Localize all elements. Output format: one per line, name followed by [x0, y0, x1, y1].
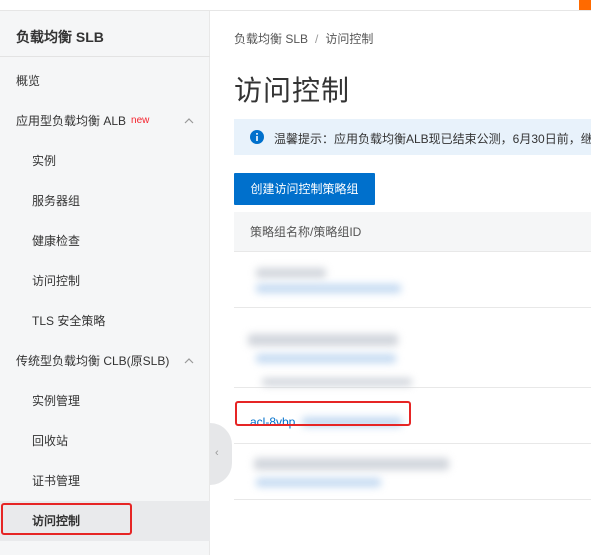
- notice-banner: 温馨提示：应用负载均衡ALB现已结束公测，6月30日前，继: [234, 119, 591, 155]
- sidebar-item-overview[interactable]: 概览: [0, 61, 210, 101]
- sidebar-item-label: 回收站: [32, 434, 69, 448]
- sidebar-group-clb[interactable]: 传统型负载均衡 CLB(原SLB): [0, 341, 210, 381]
- sidebar-item-server-groups[interactable]: 服务器组: [0, 181, 210, 221]
- breadcrumb: 负载均衡 SLB / 访问控制: [234, 30, 373, 47]
- console-top-bar: [0, 0, 591, 11]
- breadcrumb-current: 访问控制: [325, 32, 374, 46]
- sidebar-item-label: 实例管理: [32, 394, 81, 408]
- sidebar-item-instance-management[interactable]: 实例管理: [0, 381, 210, 421]
- sidebar-divider: [0, 56, 210, 57]
- redacted-name: [256, 268, 326, 278]
- redacted-name: [248, 334, 398, 346]
- sidebar-item-label: 证书管理: [32, 474, 81, 488]
- sidebar-item-label: 访问控制: [32, 274, 81, 288]
- table-row: [234, 308, 591, 388]
- breadcrumb-root[interactable]: 负载均衡 SLB: [234, 32, 308, 46]
- sidebar-item-alb-instances[interactable]: 实例: [0, 141, 210, 181]
- sidebar-item-health-check[interactable]: 健康检查: [0, 221, 210, 261]
- sidebar-item-recycle-bin[interactable]: 回收站: [0, 421, 210, 461]
- redacted-id: [256, 478, 381, 487]
- redacted-id: [256, 354, 396, 363]
- redacted-id: [256, 284, 401, 293]
- sidebar-item-label: 实例: [32, 154, 57, 168]
- sidebar: 负载均衡 SLB 概览 应用型负载均衡 ALB new 实例 服务器组 健康检查 …: [0, 11, 210, 555]
- sidebar-item-label: 应用型负载均衡 ALB: [16, 114, 127, 128]
- highlight-annotation: [1, 503, 132, 535]
- redacted-name: [262, 378, 412, 386]
- table-row: [234, 444, 591, 500]
- column-header-name-id: 策略组名称/策略组ID: [250, 225, 362, 239]
- new-badge: new: [131, 115, 150, 126]
- chevron-up-icon[interactable]: [184, 356, 194, 366]
- sidebar-item-certificate-management[interactable]: 证书管理: [0, 461, 210, 501]
- sidebar-item-alb-access-control[interactable]: 访问控制: [0, 261, 210, 301]
- info-icon: [250, 130, 264, 144]
- notice-text: 温馨提示：应用负载均衡ALB现已结束公测，6月30日前，继: [274, 132, 591, 146]
- sidebar-item-tls-policy[interactable]: TLS 安全策略: [0, 301, 210, 341]
- chevron-up-icon[interactable]: [184, 116, 194, 126]
- create-acl-group-button[interactable]: 创建访问控制策略组: [234, 173, 375, 205]
- breadcrumb-separator: /: [315, 32, 319, 46]
- redacted-name: [254, 458, 449, 470]
- highlight-annotation: [235, 401, 411, 426]
- table-header: 策略组名称/策略组ID: [234, 212, 591, 252]
- page-title: 访问控制: [234, 75, 351, 106]
- table-row: acl-8vbp: [234, 388, 591, 444]
- sidebar-item-label: 概览: [16, 74, 41, 88]
- sidebar-group-alb[interactable]: 应用型负载均衡 ALB new: [0, 101, 210, 141]
- brand-accent: [579, 0, 591, 10]
- sidebar-item-label: 传统型负载均衡 CLB(原SLB): [16, 354, 170, 368]
- table-row: [234, 252, 591, 308]
- sidebar-item-label: 健康检查: [32, 234, 81, 248]
- sidebar-title: 负载均衡 SLB: [16, 29, 104, 45]
- acl-table: 策略组名称/策略组ID acl-8vbp: [234, 212, 591, 500]
- sidebar-item-label: 服务器组: [32, 194, 81, 208]
- sidebar-item-label: TLS 安全策略: [32, 314, 106, 328]
- main-content: 负载均衡 SLB / 访问控制 访问控制 温馨提示：应用负载均衡ALB现已结束公测，…: [211, 11, 591, 555]
